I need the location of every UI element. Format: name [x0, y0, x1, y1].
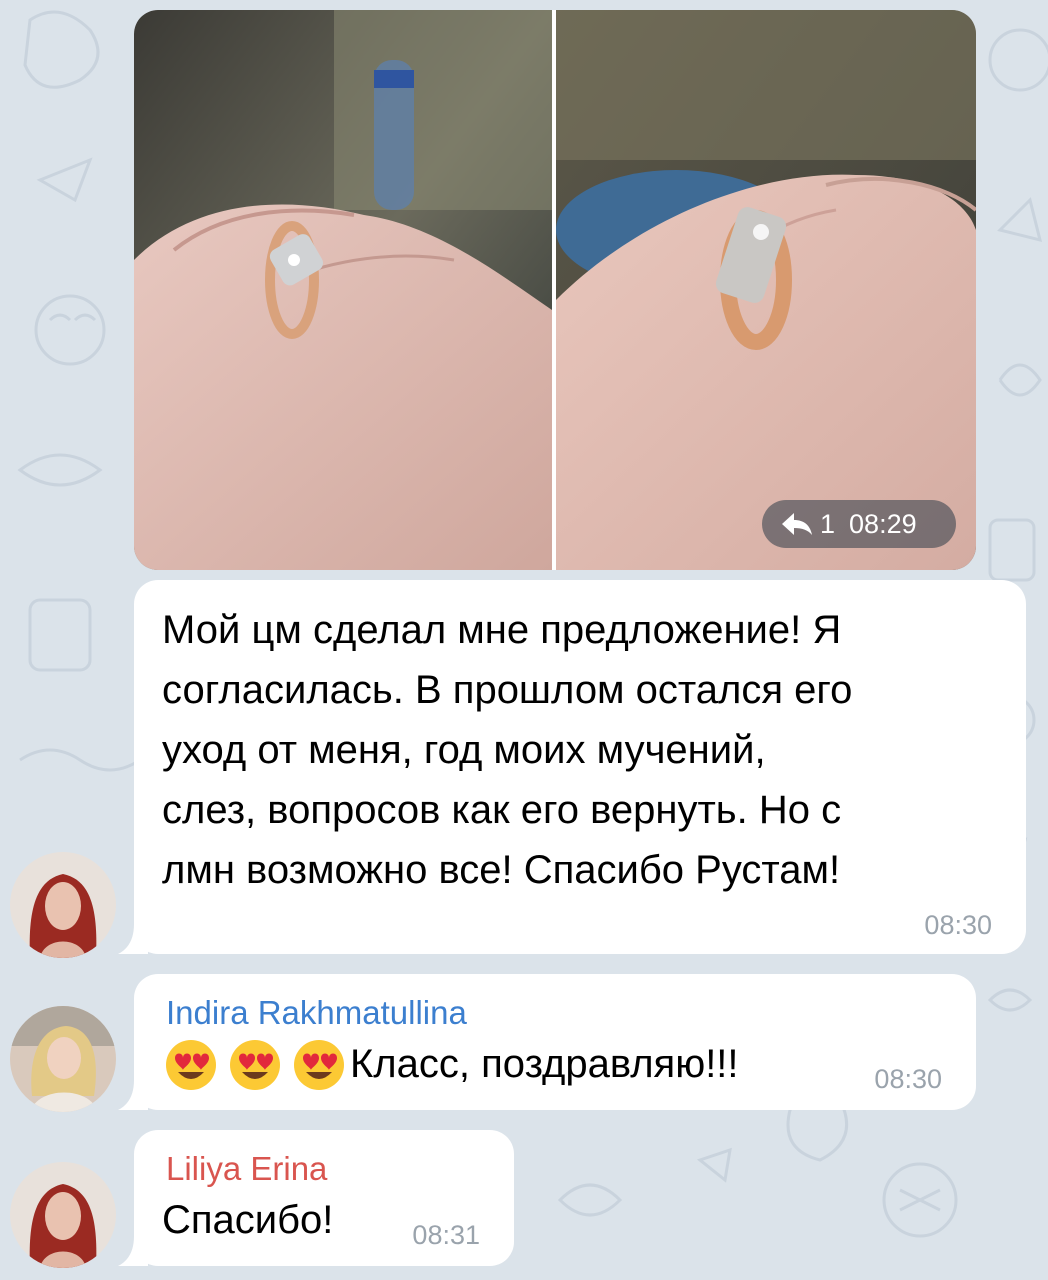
heart-eyes-emoji [230, 1040, 280, 1090]
bubble-tail [118, 1236, 148, 1266]
bubble-tail [118, 1080, 148, 1110]
sender-name[interactable]: Liliya Erina [166, 1150, 327, 1188]
message-line: согласилась. В прошлом остался его [162, 668, 853, 712]
message-text: Класс, поздравляю!!! [350, 1042, 739, 1086]
avatar[interactable] [10, 852, 116, 958]
sender-name[interactable]: Indira Rakhmatullina [166, 994, 467, 1032]
avatar[interactable] [10, 1162, 116, 1268]
message-line: уход от меня, год моих мучений, [162, 728, 766, 772]
photo-meta-pill: 1 08:29 [762, 500, 956, 548]
message-text: Спасибо! [162, 1198, 334, 1242]
forward-count: 1 [820, 508, 836, 539]
message-line: слез, вопросов как его вернуть. Но с [162, 788, 842, 832]
avatar[interactable] [10, 1006, 116, 1112]
message-line: Мой цм сделал мне предложение! Я [162, 608, 842, 652]
heart-eyes-emoji [294, 1040, 344, 1090]
photo-time: 08:29 [849, 508, 917, 539]
ring-photo-right[interactable] [556, 10, 976, 570]
message-bubble[interactable]: Indira Rakhmatullina Класс, поздравляю!!… [134, 974, 976, 1110]
heart-eyes-emoji [166, 1040, 216, 1090]
bubble-tail [118, 924, 148, 954]
ring-photo-left[interactable] [134, 10, 552, 570]
message-bubble[interactable]: Liliya Erina Спасибо! 08:31 [134, 1130, 514, 1266]
message-time: 08:31 [412, 1220, 480, 1250]
message-time: 08:30 [924, 910, 992, 940]
message-bubble[interactable]: Мой цм сделал мне предложение! Я согласи… [134, 580, 1026, 954]
message-time: 08:30 [874, 1064, 942, 1094]
message-line: лмн возможно все! Спасибо Рустам! [162, 848, 841, 892]
photo-album[interactable] [134, 10, 976, 570]
forward-arrow-icon [782, 513, 812, 535]
